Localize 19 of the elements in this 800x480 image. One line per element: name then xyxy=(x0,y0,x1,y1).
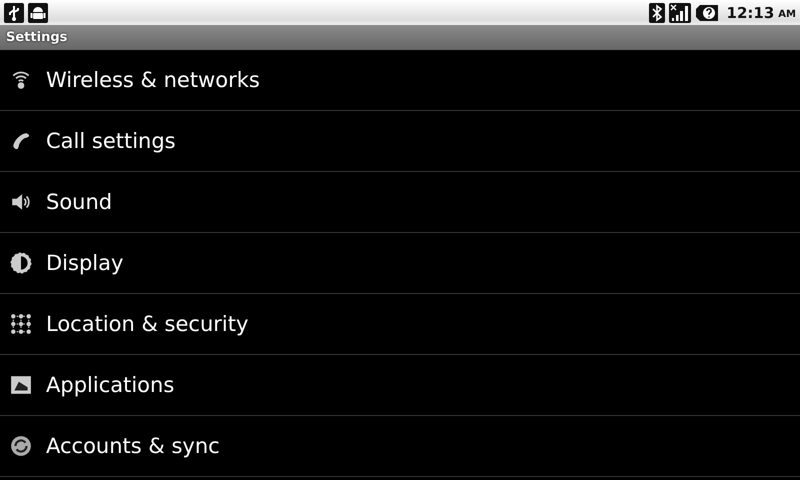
signal-icon xyxy=(668,2,691,22)
settings-item[interactable]: Call settings xyxy=(0,111,800,172)
clock-time: 12:13 xyxy=(726,4,774,22)
settings-item[interactable]: Location & security xyxy=(0,294,800,355)
application-icon xyxy=(10,374,32,396)
screen-title: Settings xyxy=(6,30,68,45)
settings-item[interactable]: Display xyxy=(0,233,800,294)
clock-meridiem: AM xyxy=(778,8,796,20)
dot-grid-icon xyxy=(10,313,32,335)
settings-item[interactable]: Accounts & sync xyxy=(0,416,800,477)
bluetooth-icon xyxy=(648,2,665,22)
settings-item[interactable]: Sound xyxy=(0,172,800,233)
usb-icon xyxy=(4,2,24,22)
settings-item[interactable]: Applications xyxy=(0,355,800,416)
brightness-icon xyxy=(10,252,32,274)
sync-icon xyxy=(10,435,32,457)
battery-unknown-icon xyxy=(694,2,719,22)
settings-item[interactable]: Wireless & networks xyxy=(0,50,800,111)
wifi-icon xyxy=(10,69,32,91)
